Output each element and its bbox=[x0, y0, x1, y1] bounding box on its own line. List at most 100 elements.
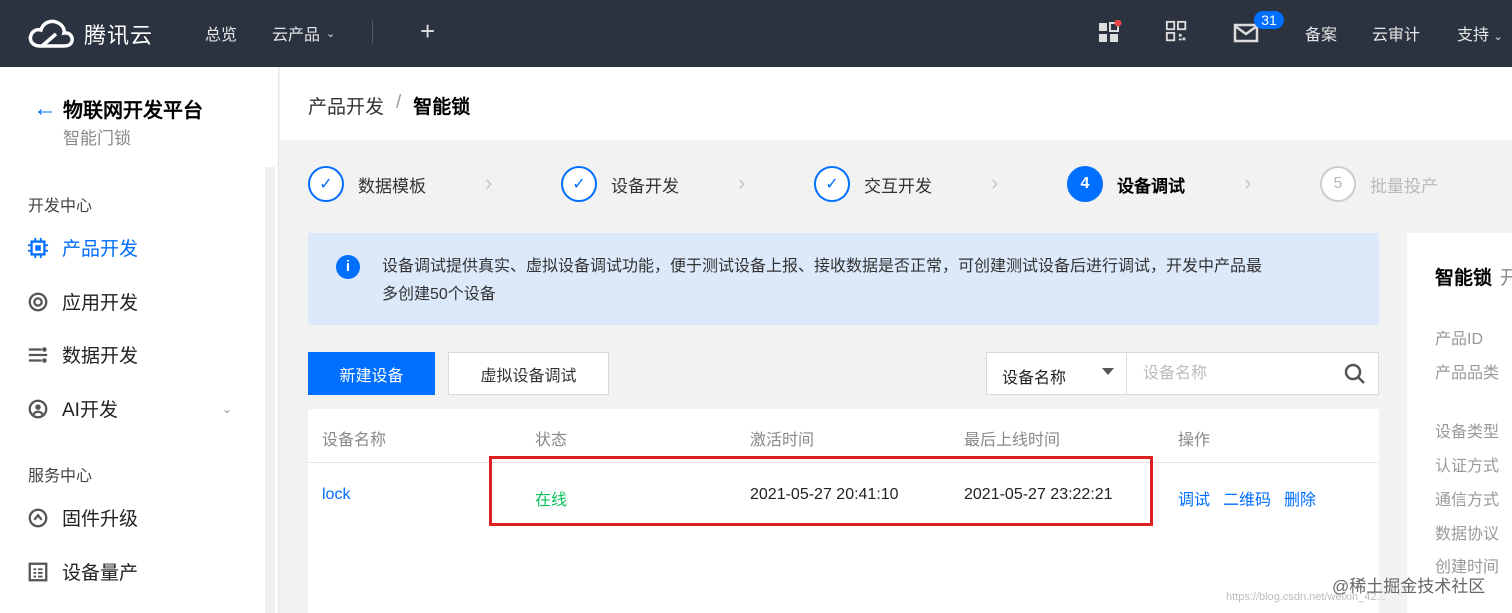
sidebar-item-label: 设备量产 bbox=[62, 563, 139, 584]
back-to-platform[interactable]: ← 物联网开发平台 bbox=[33, 94, 203, 123]
sidebar-item-batch-production[interactable]: 设备量产 bbox=[26, 558, 246, 585]
step-label: 设备调试 bbox=[1117, 176, 1185, 196]
qrcode-icon[interactable] bbox=[1165, 20, 1191, 46]
virtual-device-debug-button[interactable]: 虚拟设备调试 bbox=[448, 352, 609, 395]
nav-cloud-audit[interactable]: 云审计 bbox=[1372, 21, 1420, 45]
progress-steps: ✓ 数据模板 › ✓ 设备开发 › ✓ 交互开发 › 4 设备调试 › 5 批量… bbox=[280, 140, 1512, 230]
panel-title: 智能锁开 bbox=[1435, 263, 1512, 290]
step-label: 设备开发 bbox=[611, 176, 679, 196]
group-title-service-center: 服务中心 bbox=[28, 468, 93, 485]
nav-products-label: 云产品 bbox=[272, 27, 321, 44]
breadcrumb-parent[interactable]: 产品开发 bbox=[308, 92, 384, 119]
chip-icon bbox=[26, 236, 50, 260]
mail-icon[interactable] bbox=[1233, 22, 1259, 48]
nav-support-label: 支持 bbox=[1457, 27, 1490, 44]
info-line-2: 多创建50个设备 bbox=[382, 286, 496, 303]
step-number: 5 bbox=[1320, 166, 1356, 202]
chevron-right-icon: › bbox=[738, 170, 746, 195]
search-icon[interactable] bbox=[1344, 363, 1366, 385]
grid-apps-icon[interactable] bbox=[1097, 19, 1123, 46]
search-input[interactable] bbox=[1127, 353, 1327, 394]
brand-name: 腾讯云 bbox=[84, 22, 154, 48]
nav-products[interactable]: 云产品 ⌄ bbox=[272, 21, 335, 45]
chevron-down-icon: ⌄ bbox=[326, 27, 336, 40]
column-header-name: 设备名称 bbox=[322, 432, 387, 449]
arrow-left-icon[interactable]: ← bbox=[33, 95, 59, 123]
panel-title-text: 智能锁 bbox=[1435, 268, 1493, 289]
brand-logo[interactable]: 腾讯云 bbox=[26, 16, 206, 52]
check-icon: ✓ bbox=[308, 166, 344, 202]
column-header-status: 状态 bbox=[535, 432, 568, 449]
info-icon: i bbox=[336, 255, 360, 279]
platform-title: 物联网开发平台 bbox=[63, 100, 203, 122]
new-device-button[interactable]: 新建设备 bbox=[308, 352, 435, 395]
add-icon[interactable]: + bbox=[420, 17, 435, 45]
page-header: 产品开发 / 智能锁 bbox=[280, 67, 1512, 140]
label-data-protocol: 数据协议 bbox=[1435, 526, 1500, 543]
sidebar-item-label: 产品开发 bbox=[62, 239, 139, 260]
nav-divider bbox=[372, 20, 373, 44]
info-text: 设备调试提供真实、虚拟设备调试功能，便于测试设备上报、接收数据是否正常，可创建测… bbox=[382, 253, 1332, 309]
step-batch-production[interactable]: 5 批量投产 bbox=[1320, 166, 1438, 202]
sidebar-item-label: AI开发 bbox=[62, 400, 118, 421]
sidebar-item-data-dev[interactable]: 数据开发 bbox=[26, 341, 246, 368]
column-header-activated: 激活时间 bbox=[750, 432, 815, 449]
chevron-down-icon[interactable]: ⌄ bbox=[222, 402, 232, 416]
chevron-down-icon: ⌄ bbox=[1493, 31, 1503, 43]
cloud-logo-icon bbox=[28, 19, 74, 48]
search-box bbox=[1126, 352, 1379, 395]
debug-link[interactable]: 调试 bbox=[1178, 486, 1210, 510]
label-device-type: 设备类型 bbox=[1435, 424, 1500, 441]
step-label: 批量投产 bbox=[1370, 176, 1438, 196]
check-icon: ✓ bbox=[814, 166, 850, 202]
step-label: 数据模板 bbox=[358, 176, 426, 196]
sidebar-item-label: 固件升级 bbox=[62, 509, 139, 530]
caret-down-icon bbox=[1102, 368, 1114, 375]
table-header: 设备名称 状态 激活时间 最后上线时间 操作 bbox=[308, 409, 1379, 463]
data-flow-icon bbox=[26, 343, 50, 367]
step-number: 4 bbox=[1067, 166, 1103, 202]
device-name-link[interactable]: lock bbox=[322, 486, 350, 504]
delete-link[interactable]: 删除 bbox=[1284, 486, 1316, 510]
batch-icon bbox=[26, 560, 50, 584]
page-title: 智能锁 bbox=[413, 97, 471, 118]
sidebar-item-label: 应用开发 bbox=[62, 293, 139, 314]
product-info-panel: 智能锁开 产品ID 产品品类 设备类型 认证方式 通信方式 数据协议 创建时间 bbox=[1407, 233, 1512, 613]
group-title-dev-center: 开发中心 bbox=[28, 198, 93, 215]
sidebar: ← 物联网开发平台 智能门锁 开发中心 产品开发 应用开发 数据开发 AI开发 … bbox=[0, 67, 279, 613]
watermark: @稀土掘金技术社区 bbox=[1332, 577, 1486, 596]
label-product-category: 产品品类 bbox=[1435, 365, 1500, 382]
search-field-select[interactable]: 设备名称 bbox=[986, 352, 1127, 395]
sidebar-item-ai-dev[interactable]: AI开发 ⌄ bbox=[26, 395, 246, 422]
label-auth-method: 认证方式 bbox=[1435, 458, 1500, 475]
red-highlight-box bbox=[489, 456, 1153, 526]
step-interaction-dev[interactable]: ✓ 交互开发 bbox=[814, 166, 932, 202]
select-value: 设备名称 bbox=[1002, 370, 1067, 387]
sidebar-item-app-dev[interactable]: 应用开发 bbox=[26, 288, 246, 315]
firmware-icon bbox=[26, 506, 50, 530]
ai-icon bbox=[26, 397, 50, 421]
step-device-debug[interactable]: 4 设备调试 bbox=[1067, 166, 1185, 202]
step-label: 交互开发 bbox=[864, 176, 932, 196]
sidebar-item-product-dev[interactable]: 产品开发 bbox=[26, 234, 246, 261]
app-icon bbox=[26, 290, 50, 314]
step-data-template[interactable]: ✓ 数据模板 bbox=[308, 166, 426, 202]
nav-filing[interactable]: 备案 bbox=[1305, 21, 1337, 45]
column-header-last-online: 最后上线时间 bbox=[964, 432, 1061, 449]
column-header-actions: 操作 bbox=[1178, 432, 1211, 449]
nav-support[interactable]: 支持 ⌄ bbox=[1457, 21, 1503, 45]
breadcrumb: 产品开发 / 智能锁 bbox=[308, 92, 470, 119]
top-navigation-bar: 腾讯云 总览 云产品 ⌄ + 31 备案 云审计 支持 ⌄ bbox=[0, 0, 1512, 67]
panel-title-tail: 开 bbox=[1500, 268, 1512, 289]
message-count-badge: 31 bbox=[1254, 11, 1284, 29]
qrcode-link[interactable]: 二维码 bbox=[1223, 486, 1271, 510]
chevron-right-icon: › bbox=[485, 170, 493, 195]
label-comm-method: 通信方式 bbox=[1435, 492, 1500, 509]
check-icon: ✓ bbox=[561, 166, 597, 202]
sidebar-scrollbar[interactable] bbox=[265, 167, 275, 613]
nav-overview[interactable]: 总览 bbox=[205, 21, 237, 45]
project-name: 智能门锁 bbox=[63, 129, 131, 148]
sidebar-item-firmware[interactable]: 固件升级 bbox=[26, 504, 246, 531]
step-device-dev[interactable]: ✓ 设备开发 bbox=[561, 166, 679, 202]
sidebar-item-label: 数据开发 bbox=[62, 346, 139, 367]
